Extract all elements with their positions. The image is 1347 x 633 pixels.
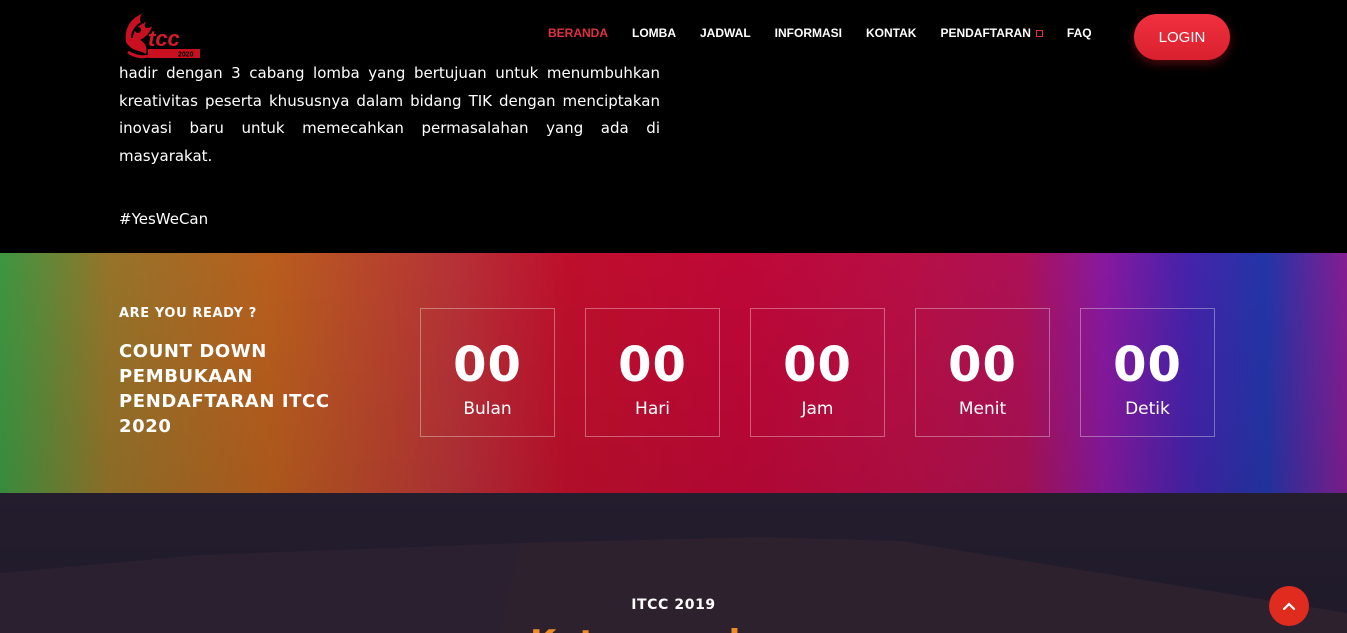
nav-item-kontak[interactable]: KONTAK xyxy=(854,26,928,40)
countdown-value: 00 xyxy=(783,337,852,393)
nav-item-pendaftaran-label: PENDAFTARAN xyxy=(940,26,1031,40)
site-header: tcc 2020 BERANDA LOMBA JADWAL INFORMASI … xyxy=(0,0,1347,72)
countdown-section: ARE YOU READY ? COUNT DOWN PEMBUKAAN PEN… xyxy=(0,253,1347,493)
nav-item-pendaftaran[interactable]: PENDAFTARAN xyxy=(928,26,1054,40)
testimonial-section: ITCC 2019 Kata mereka ... xyxy=(0,493,1347,633)
section-heading: Kata mereka ... xyxy=(530,623,825,633)
countdown-value: 00 xyxy=(948,337,1017,393)
nav-item-jadwal[interactable]: JADWAL xyxy=(688,26,763,40)
svg-text:tcc: tcc xyxy=(148,26,180,51)
countdown-box-menit: 00 Menit xyxy=(915,308,1050,437)
countdown-label: Bulan xyxy=(463,399,512,419)
intro-paragraph: hadir dengan 3 cabang lomba yang bertuju… xyxy=(119,64,660,170)
intro-line: inovasi baru untuk memecahkan permasalah… xyxy=(119,119,660,165)
countdown-value: 00 xyxy=(618,337,687,393)
nav-item-beranda[interactable]: BERANDA xyxy=(536,26,620,40)
countdown-value: 00 xyxy=(453,337,522,393)
scroll-top-button[interactable] xyxy=(1269,586,1309,626)
countdown-kicker: ARE YOU READY ? xyxy=(119,306,257,321)
countdown-label: Hari xyxy=(635,399,670,419)
intro-section: hadir dengan 3 cabang lomba yang bertuju… xyxy=(0,64,1347,254)
intro-line: kreativitas peserta khususnya dalam bida… xyxy=(119,91,660,110)
chevron-up-icon xyxy=(1282,602,1296,611)
main-nav: BERANDA LOMBA JADWAL INFORMASI KONTAK PE… xyxy=(536,26,1104,40)
nav-item-faq[interactable]: FAQ xyxy=(1055,26,1104,40)
nav-item-lomba[interactable]: LOMBA xyxy=(620,26,688,40)
section-kicker: ITCC 2019 xyxy=(631,597,716,613)
countdown-box-jam: 00 Jam xyxy=(750,308,885,437)
logo-year-text: 2020 xyxy=(178,52,194,59)
countdown-label: Jam xyxy=(801,399,834,419)
countdown-box-bulan: 00 Bulan xyxy=(420,308,555,437)
countdown-title: COUNT DOWN PEMBUKAAN PENDAFTARAN ITCC 20… xyxy=(119,341,330,437)
countdown-label: Menit xyxy=(958,399,1007,419)
countdown-box-hari: 00 Hari xyxy=(585,308,720,437)
countdown-box-detik: 00 Detik xyxy=(1080,308,1215,437)
itcc-logo[interactable]: tcc 2020 xyxy=(118,8,204,64)
hashtag: #YesWeCan xyxy=(119,210,209,228)
countdown-label: Detik xyxy=(1125,399,1170,419)
nav-item-informasi[interactable]: INFORMASI xyxy=(763,26,854,40)
login-button[interactable]: LOGIN xyxy=(1134,14,1230,60)
dropdown-caret-icon xyxy=(1035,30,1043,38)
countdown-value: 00 xyxy=(1113,337,1182,393)
